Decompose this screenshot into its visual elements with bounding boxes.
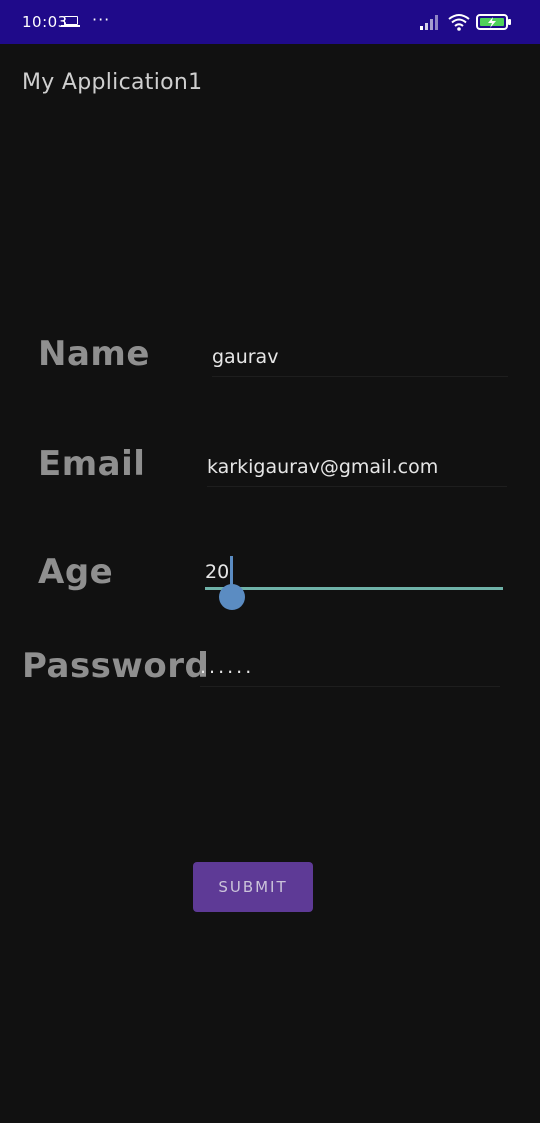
password-label: Password xyxy=(22,646,210,686)
submit-button[interactable]: SUBMIT xyxy=(193,862,313,912)
battery-charging-icon xyxy=(476,14,511,30)
name-label: Name xyxy=(38,334,150,374)
age-value: 20 xyxy=(205,561,230,583)
app-title: My Application1 xyxy=(22,70,203,95)
status-bar: 10:03 ··· xyxy=(0,0,540,44)
name-field[interactable] xyxy=(212,346,508,377)
wifi-icon xyxy=(448,14,470,31)
text-selection-handle[interactable] xyxy=(219,584,245,610)
laptop-icon xyxy=(61,16,80,27)
email-label: Email xyxy=(38,444,146,484)
signal-icon xyxy=(420,15,438,30)
password-field[interactable] xyxy=(200,656,500,687)
more-dots-icon: ··· xyxy=(92,10,111,29)
status-time: 10:03 xyxy=(22,13,68,31)
text-cursor xyxy=(230,556,233,586)
age-underline xyxy=(205,587,503,590)
age-label: Age xyxy=(38,552,114,592)
email-field[interactable] xyxy=(207,456,507,487)
